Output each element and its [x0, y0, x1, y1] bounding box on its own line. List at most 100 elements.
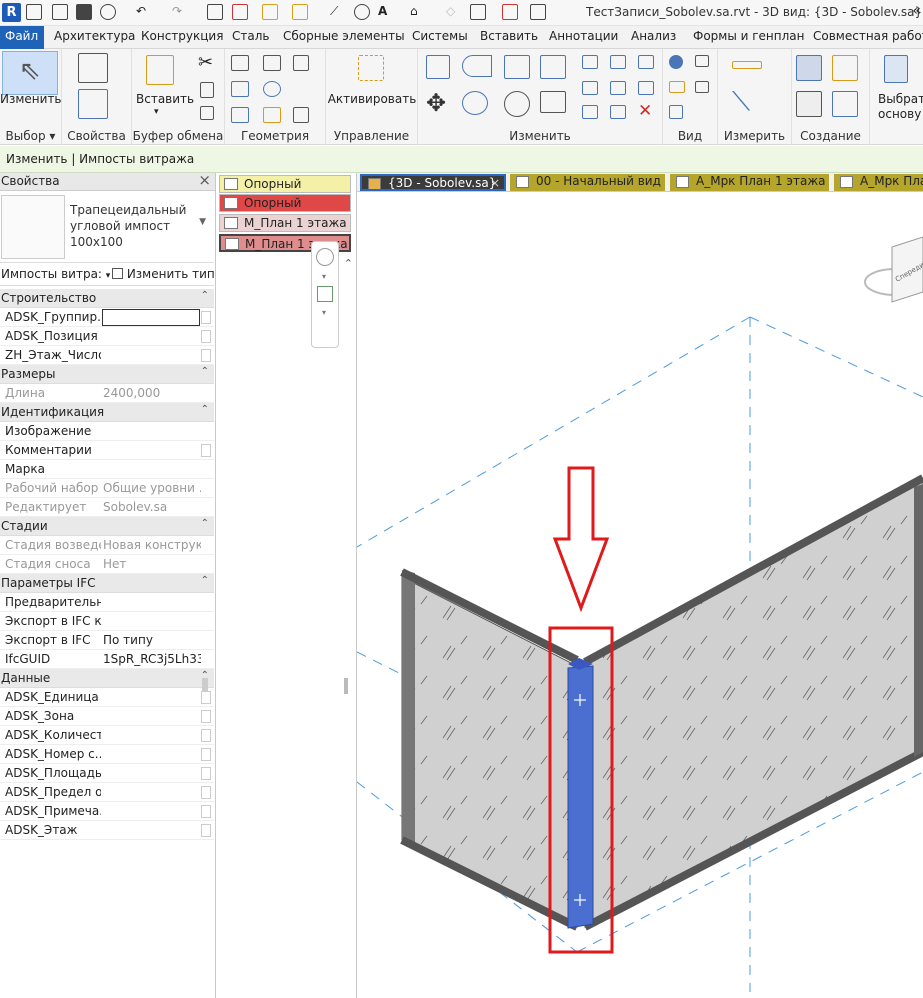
pin-icon[interactable]	[638, 55, 654, 69]
zoom-icon[interactable]	[317, 286, 333, 302]
property-checkbox[interactable]	[201, 767, 211, 780]
join-icon[interactable]	[293, 55, 309, 71]
property-checkbox[interactable]	[201, 729, 211, 742]
open-icon[interactable]	[26, 4, 42, 20]
type-properties-icon[interactable]	[78, 53, 108, 83]
scale-icon[interactable]	[610, 81, 626, 95]
property-row[interactable]: ZH_Этаж_Число...	[0, 346, 214, 365]
property-row[interactable]: Экспорт в IFC как	[0, 612, 214, 631]
filter-view-icon[interactable]	[695, 55, 709, 67]
property-row[interactable]: Стадия возведе...Новая конструк...	[0, 536, 214, 555]
mirror-axis-icon[interactable]	[504, 55, 530, 79]
tab-architecture[interactable]: Архитектура	[54, 29, 135, 43]
switch-windows-icon[interactable]	[530, 4, 546, 20]
property-checkbox[interactable]	[201, 444, 211, 457]
revit-logo[interactable]: R	[2, 3, 21, 22]
paste-icon[interactable]	[146, 55, 174, 85]
pick-host-line2[interactable]: основу	[878, 107, 921, 121]
splitter-handle[interactable]	[344, 678, 348, 694]
pick-host-icon[interactable]	[884, 55, 908, 83]
select-group-label[interactable]: Выбор ▾	[0, 129, 61, 143]
scroll-up-arrow[interactable]: ⌃	[344, 257, 353, 270]
property-checkbox[interactable]	[201, 330, 211, 343]
trim-icon[interactable]	[540, 91, 566, 113]
demolish-icon[interactable]	[263, 107, 281, 123]
copy-element-icon[interactable]	[462, 91, 488, 115]
home-icon[interactable]: ⌂	[410, 4, 426, 20]
split-icon[interactable]	[582, 55, 598, 69]
delete-icon[interactable]: ✕	[638, 101, 652, 121]
view-item-reference-level[interactable]: Опорный уровень	[219, 175, 351, 205]
property-row[interactable]: ADSK_Этаж	[0, 821, 214, 840]
property-row[interactable]: Изображение	[0, 422, 214, 441]
property-value[interactable]: 1SpR_RC3j5Lh33...	[103, 652, 201, 666]
property-checkbox[interactable]	[201, 710, 211, 723]
create-assembly-icon[interactable]	[796, 55, 822, 81]
unpin-icon[interactable]	[638, 81, 654, 95]
tab-floor-plan-2[interactable]: А_Мрк Пла	[834, 174, 923, 191]
measure-distance-icon[interactable]	[732, 61, 762, 69]
activate-icon[interactable]	[358, 55, 384, 81]
property-row[interactable]: Экспорт в IFC По типу	[0, 631, 214, 650]
tab-collaborate[interactable]: Совместная работа	[813, 29, 923, 43]
property-checkbox[interactable]	[201, 824, 211, 837]
undo-icon[interactable]: ↶	[136, 4, 152, 20]
override-graphics-icon[interactable]	[669, 55, 683, 69]
array-icon[interactable]	[582, 81, 598, 95]
tab-structure[interactable]: Конструкция	[141, 29, 223, 43]
instance-filter-dropdown[interactable]: Импосты витра: ▾	[1, 267, 110, 281]
tab-annotate[interactable]: Аннотации	[549, 29, 618, 43]
measure-tool-icon[interactable]	[262, 4, 278, 20]
property-row[interactable]: Рабочий набор Общие уровни ...	[0, 479, 214, 498]
tab-massing-site[interactable]: Формы и генплан	[693, 29, 805, 43]
property-checkbox[interactable]	[201, 805, 211, 818]
property-checkbox[interactable]	[201, 748, 211, 761]
collapse-icon[interactable]: ⌃	[201, 366, 209, 377]
paste-button[interactable]: Вставить	[136, 92, 194, 106]
modify-label[interactable]: Изменить	[0, 92, 62, 106]
property-row[interactable]: ADSK_Единица ...	[0, 688, 214, 707]
property-checkbox[interactable]	[201, 786, 211, 799]
view-item-floor-plan[interactable]: М_План 1 этажа	[219, 214, 351, 232]
3d-canvas[interactable]: Спереди	[357, 192, 923, 998]
tab-analyze[interactable]: Анализ	[631, 29, 676, 43]
property-checkbox[interactable]	[201, 691, 211, 704]
property-value[interactable]: По типу	[103, 633, 201, 647]
collapse-icon[interactable]: ⌃	[201, 518, 209, 529]
view-item-reference-level-2[interactable]: Опорный уровень	[219, 194, 351, 224]
annotate-icon[interactable]: A	[378, 4, 394, 20]
cut-icon[interactable]: ✂	[198, 52, 213, 73]
close-tab-icon[interactable]: ×	[490, 176, 500, 189]
modify-button[interactable]: ⇖	[2, 51, 58, 95]
property-category[interactable]: Параметры IFC ⌃	[0, 574, 214, 593]
activate-button[interactable]: Активировать	[326, 92, 418, 106]
trim-extend-multi-icon[interactable]	[610, 105, 626, 119]
pick-host-line1[interactable]: Выбрать	[878, 92, 923, 106]
cut-profile-icon[interactable]	[695, 81, 709, 93]
create-group-icon[interactable]	[796, 91, 822, 117]
property-row[interactable]: ADSK_Позиция	[0, 327, 214, 346]
export-icon[interactable]	[232, 4, 248, 20]
tab-precast[interactable]: Сборные элементы	[283, 29, 405, 43]
match-type-icon[interactable]	[200, 106, 214, 120]
mirror-draw-icon[interactable]	[540, 55, 566, 79]
create-similar-icon[interactable]	[832, 91, 858, 117]
property-category[interactable]: Строительство ⌃	[0, 289, 214, 308]
property-checkbox[interactable]	[201, 311, 211, 324]
property-row[interactable]: ADSK_Предел о...	[0, 783, 214, 802]
chevron-down-icon[interactable]: ▾	[322, 272, 326, 281]
folder-icon[interactable]	[52, 4, 68, 20]
dimension-icon[interactable]	[292, 4, 308, 20]
copy-icon[interactable]	[200, 82, 214, 98]
create-parts-icon[interactable]	[832, 55, 858, 81]
property-row[interactable]: ADSK_Группир...	[0, 308, 214, 327]
property-category[interactable]: Данные ⌃	[0, 669, 214, 688]
aligned-dimension-icon[interactable]: ⟍	[732, 87, 750, 117]
property-row[interactable]: Длина 2400,000	[0, 384, 214, 403]
split-gap-icon[interactable]	[610, 55, 626, 69]
property-row[interactable]: IfcGUID 1SpR_RC3j5Lh33...	[0, 650, 214, 669]
tab-systems[interactable]: Системы	[412, 29, 468, 43]
cut-geometry-icon[interactable]	[263, 55, 281, 71]
wall-joins-icon[interactable]	[231, 107, 249, 123]
align-icon[interactable]	[426, 55, 450, 79]
